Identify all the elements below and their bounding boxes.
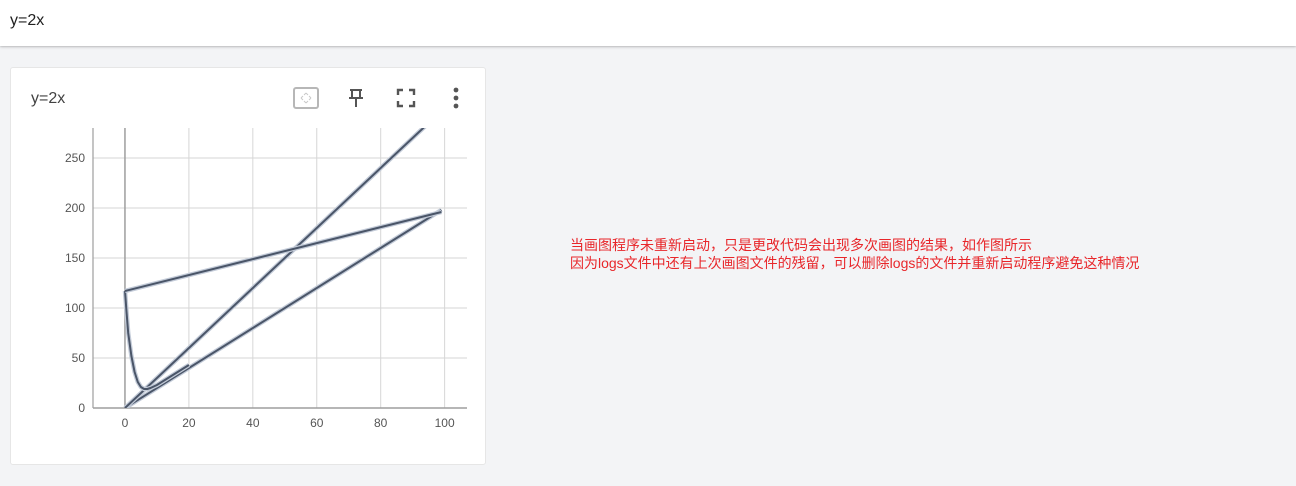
series-line xyxy=(124,128,425,408)
annotation-line-1: 当画图程序未重新启动，只是更改代码会出现多次画图的结果，如作图所示 xyxy=(570,237,1032,253)
line-chart: 0 20 40 60 80 100 0 50 100 150 200 250 xyxy=(65,128,467,430)
x-tick-label: 40 xyxy=(246,416,260,430)
y-tick-label: 150 xyxy=(65,251,85,265)
annotation-line-2: 因为logs文件中还有上次画图文件的残留，可以删除logs的文件并重新启动程序避… xyxy=(570,255,1140,271)
x-tick-label: 100 xyxy=(435,416,455,430)
x-tick-label: 20 xyxy=(182,416,196,430)
y-tick-label: 100 xyxy=(65,301,85,315)
y-tick-label: 0 xyxy=(78,401,85,415)
y-tick-label: 200 xyxy=(65,201,85,215)
top-bar: y=2x xyxy=(0,0,1296,46)
y-tick-label: 250 xyxy=(65,151,85,165)
page-title: y=2x xyxy=(10,12,45,29)
series-line xyxy=(124,209,442,408)
x-tick-label: 0 xyxy=(122,416,129,430)
x-tick-label: 60 xyxy=(310,416,324,430)
chart-card: y=2x 0 20 40 60 80 100 0 50 100 150 200 250 xyxy=(10,67,486,465)
series-line xyxy=(124,211,442,292)
x-tick-label: 80 xyxy=(374,416,388,430)
annotation-note: 当画图程序未重新启动，只是更改代码会出现多次画图的结果，如作图所示 因为logs… xyxy=(570,236,1139,272)
y-tick-label: 50 xyxy=(72,351,86,365)
